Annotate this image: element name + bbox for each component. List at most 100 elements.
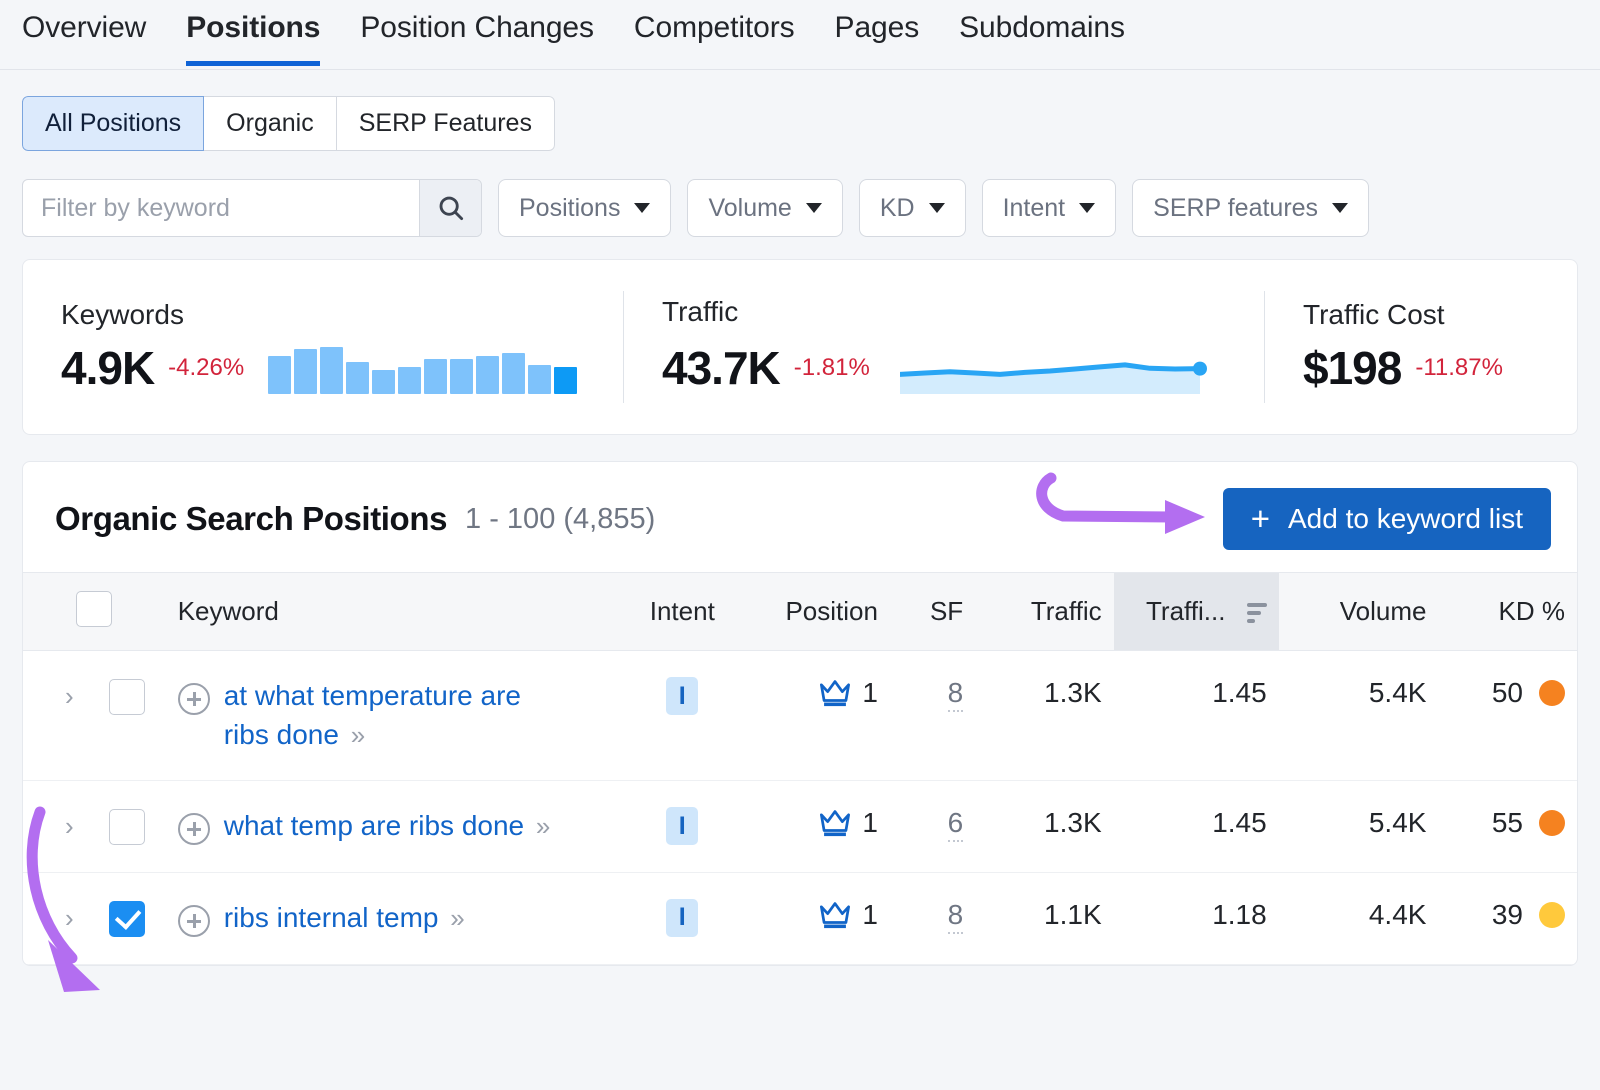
metric-traffic-cost: Traffic Cost $198 -11.87% — [1265, 291, 1577, 403]
sf-cell: 8 — [889, 650, 976, 782]
metric-traffic: Traffic 43.7K -1.81% — [624, 291, 1264, 403]
tab-competitors[interactable]: Competitors — [634, 8, 795, 61]
chevron-down-icon — [1079, 203, 1096, 213]
table-row[interactable]: › ribs internal temp » I 1 8 1.1K 1.18 4.4K 39 — [23, 872, 1577, 965]
header-keyword[interactable]: Keyword — [165, 572, 624, 651]
double-chevron-icon[interactable]: » — [450, 903, 464, 933]
double-chevron-icon[interactable]: » — [351, 720, 365, 750]
row-checkbox-3[interactable] — [109, 900, 145, 937]
keyword-link[interactable]: ribs internal temp » — [224, 899, 465, 938]
serp-features-dropdown[interactable]: SERP features — [1132, 179, 1370, 237]
segment-serp-features[interactable]: SERP Features — [336, 96, 555, 151]
header-intent[interactable]: Intent — [623, 572, 741, 651]
volume-dropdown[interactable]: Volume — [687, 179, 843, 237]
intent-cell: I — [623, 780, 741, 873]
metrics-summary-card: Keywords 4.9K -4.26% Traffic 43.7K -1.81… — [22, 259, 1578, 435]
traffic-percent-cell: 1.45 — [1113, 650, 1279, 782]
intent-cell: I — [623, 650, 741, 782]
keyword-filter-box — [22, 179, 482, 237]
crown-icon — [820, 902, 851, 928]
tab-pages[interactable]: Pages — [835, 8, 920, 61]
keywords-bar-4 — [346, 361, 370, 394]
kd-cell: 55 — [1438, 780, 1577, 873]
result-range: 1 - 100 (4,855) — [465, 502, 656, 535]
sf-value[interactable]: 8 — [947, 898, 964, 934]
keywords-bar-3 — [320, 347, 344, 394]
row-checkbox-1[interactable] — [109, 679, 145, 715]
traffic-percent-cell: 1.18 — [1113, 872, 1279, 965]
row-select-cell: › — [23, 780, 166, 873]
segment-all-positions[interactable]: All Positions — [22, 96, 205, 151]
keywords-bar-7 — [424, 358, 448, 394]
intent-badge[interactable]: I — [666, 898, 699, 937]
double-chevron-icon[interactable]: » — [536, 811, 550, 841]
tab-positions[interactable]: Positions — [186, 8, 320, 66]
kd-dropdown[interactable]: KD — [858, 179, 966, 237]
row-expand-chevron[interactable]: › — [65, 680, 91, 713]
tab-subdomains[interactable]: Subdomains — [959, 8, 1125, 61]
keyword-cell: at what temperature are ribs done » — [165, 650, 624, 782]
header-sf[interactable]: SF — [889, 572, 976, 651]
table-body: › at what temperature are ribs done » I 1 8 1… — [23, 650, 1577, 965]
intent-badge[interactable]: I — [666, 807, 699, 846]
keyword-link[interactable]: at what temperature are ribs done » — [224, 677, 554, 754]
row-expand-chevron[interactable]: › — [65, 810, 91, 843]
sf-value[interactable]: 8 — [947, 677, 964, 712]
search-input[interactable] — [23, 180, 419, 236]
filter-row: Positions Volume KD Intent SERP features — [22, 179, 1578, 237]
table-row[interactable]: › what temp are ribs done » I 1 6 1.3K 1.45 5.4… — [23, 780, 1577, 873]
position-cell: 1 — [740, 872, 890, 965]
tab-overview[interactable]: Overview — [22, 8, 146, 61]
add-keyword-icon[interactable] — [177, 683, 210, 715]
intent-cell: I — [623, 872, 741, 965]
kd-difficulty-dot — [1539, 901, 1565, 928]
header-traffic-percent[interactable]: Traffi... — [1113, 572, 1279, 651]
chevron-down-icon — [805, 203, 822, 213]
position-cell: 1 — [740, 780, 890, 873]
metric-traffic-label: Traffic — [662, 295, 739, 327]
intent-dropdown[interactable]: Intent — [981, 179, 1117, 237]
crown-icon — [820, 810, 851, 837]
traffic-cell: 1.3K — [975, 650, 1114, 782]
add-keyword-icon[interactable] — [177, 904, 210, 937]
plus-icon: + — [1250, 499, 1270, 537]
header-volume[interactable]: Volume — [1278, 572, 1439, 651]
intent-badge[interactable]: I — [666, 677, 699, 715]
page-title: Organic Search Positions — [55, 500, 448, 537]
metric-traffic-cost-label: Traffic Cost — [1303, 299, 1445, 330]
add-keyword-icon[interactable] — [177, 813, 210, 846]
organic-search-positions-panel: Organic Search Positions 1 - 100 (4,855)… — [22, 461, 1578, 966]
header-position[interactable]: Position — [740, 572, 890, 651]
serp-features-dropdown-label: SERP features — [1153, 193, 1319, 222]
traffic-cell: 1.3K — [975, 780, 1114, 873]
metric-keywords: Keywords 4.9K -4.26% — [23, 291, 623, 403]
traffic-percent-cell: 1.45 — [1113, 780, 1279, 873]
sf-value[interactable]: 6 — [947, 807, 964, 843]
add-to-keyword-list-button[interactable]: + Add to keyword list — [1222, 488, 1551, 550]
row-expand-chevron[interactable]: › — [65, 902, 91, 935]
header-traffic-percent-label: Traffi... — [1146, 596, 1226, 626]
keywords-bar-8 — [450, 358, 474, 394]
table-row[interactable]: › at what temperature are ribs done » I 1 8 1… — [23, 650, 1577, 782]
search-icon[interactable] — [419, 180, 481, 236]
row-checkbox-2[interactable] — [109, 809, 145, 846]
tab-position-changes[interactable]: Position Changes — [360, 8, 594, 61]
header-select-all — [23, 572, 166, 651]
keywords-bar-11 — [528, 364, 552, 394]
keywords-bar-6 — [398, 366, 422, 394]
table-header-row: Keyword Intent Position SF Traffic Traff… — [23, 572, 1577, 651]
positions-dropdown-label: Positions — [519, 193, 621, 222]
metric-keywords-label: Keywords — [61, 299, 184, 330]
keyword-link[interactable]: what temp are ribs done » — [224, 807, 551, 846]
positions-dropdown[interactable]: Positions — [498, 179, 672, 237]
volume-cell: 5.4K — [1278, 650, 1439, 782]
header-kd[interactable]: KD % — [1438, 572, 1577, 651]
keywords-bar-2 — [294, 349, 318, 394]
main-tab-bar: Overview Positions Position Changes Comp… — [0, 0, 1600, 70]
volume-cell: 4.4K — [1278, 872, 1439, 965]
position-value: 1 — [862, 807, 878, 839]
panel-header: Organic Search Positions 1 - 100 (4,855)… — [23, 462, 1577, 572]
segment-organic[interactable]: Organic — [204, 96, 337, 151]
select-all-checkbox[interactable] — [76, 591, 113, 627]
header-traffic[interactable]: Traffic — [975, 572, 1114, 651]
